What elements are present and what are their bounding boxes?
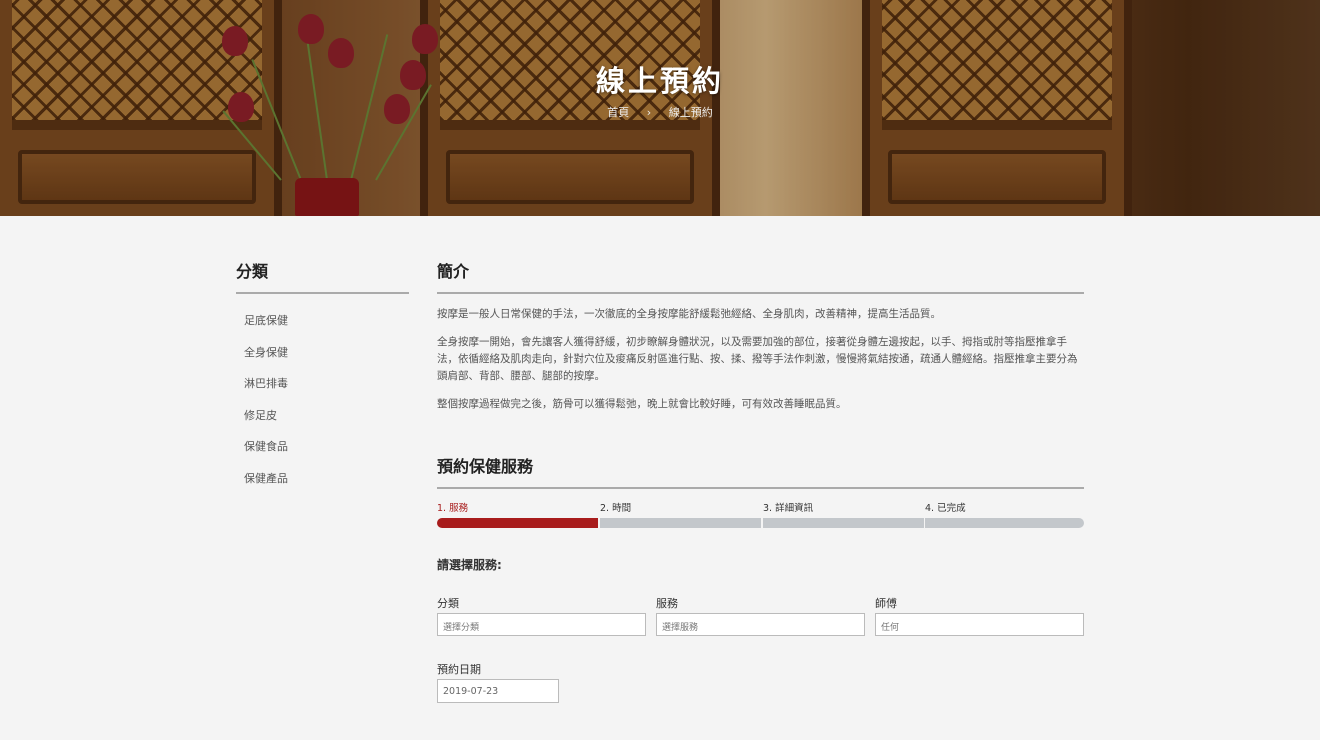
category-select[interactable]: 選擇分類 [437, 613, 646, 636]
sidebar-item-health-products[interactable]: 保健產品 [236, 462, 409, 494]
category-sidebar: 分類 足底保健 全身保健 淋巴排毒 修足皮 保健食品 保健產品 [236, 258, 409, 493]
date-input[interactable]: 2019-07-23 [437, 679, 559, 703]
intro-title: 簡介 [437, 258, 1084, 294]
service-select[interactable]: 選擇服務 [656, 613, 865, 636]
step-bar [437, 518, 598, 528]
step-service: 1. 服務 [437, 500, 598, 528]
date-label: 預約日期 [437, 663, 481, 676]
breadcrumb-home-link[interactable]: 首頁 [607, 106, 629, 119]
intro-paragraph: 按摩是一般人日常保健的手法，一次徹底的全身按摩能舒緩鬆弛經絡、全身肌肉，改善精神… [437, 308, 941, 320]
step-time: 2. 時間 [600, 500, 761, 528]
breadcrumb-separator-icon: › [646, 106, 652, 119]
main-content: 簡介 按摩是一般人日常保健的手法，一次徹底的全身按摩能舒緩鬆弛經絡、全身肌肉，改… [437, 258, 1084, 703]
step-label: 1. 服務 [437, 503, 469, 514]
staff-label: 師傅 [875, 597, 897, 610]
page-title: 線上預約 [595, 64, 724, 98]
intro-paragraph: 整個按摩過程做完之後，筋骨可以獲得鬆弛，晚上就會比較好睡，可有效改善睡眠品質。 [437, 398, 847, 410]
staff-field: 師傅 任何 [875, 595, 1084, 636]
sidebar-item-pedicure[interactable]: 修足皮 [236, 399, 409, 431]
sidebar-item-lymph-detox[interactable]: 淋巴排毒 [236, 367, 409, 399]
service-field: 服務 選擇服務 [656, 595, 865, 636]
breadcrumb: 首頁 › 線上預約 [0, 104, 1320, 120]
booking-title: 預約保健服務 [437, 453, 1084, 489]
sidebar-list: 足底保健 全身保健 淋巴排毒 修足皮 保健食品 保健產品 [236, 304, 409, 493]
step-bar [600, 518, 761, 528]
step-bar [925, 518, 1084, 528]
sidebar-item-foot-care[interactable]: 足底保健 [236, 304, 409, 336]
step-details: 3. 詳細資訊 [763, 500, 924, 528]
sidebar-item-body-care[interactable]: 全身保健 [236, 336, 409, 368]
booking-progress-steps: 1. 服務 2. 時間 3. 詳細資訊 4. 已完成 [437, 500, 1084, 534]
breadcrumb-current: 線上預約 [668, 106, 713, 119]
category-field: 分類 選擇分類 [437, 595, 646, 636]
sidebar-title: 分類 [236, 258, 409, 294]
service-selection-fields: 分類 選擇分類 服務 選擇服務 師傅 任何 [437, 595, 1084, 641]
step-done: 4. 已完成 [925, 500, 1084, 528]
step-label: 3. 詳細資訊 [763, 503, 814, 514]
step-bar [763, 518, 924, 528]
intro-paragraph: 全身按摩一開始，會先讓客人獲得舒緩，初步瞭解身體狀況，以及需要加強的部位，接著從… [437, 336, 1078, 382]
step-label: 4. 已完成 [925, 503, 966, 514]
category-label: 分類 [437, 597, 459, 610]
sidebar-item-health-food[interactable]: 保健食品 [236, 430, 409, 462]
hero-banner: 線上預約 首頁 › 線上預約 [0, 0, 1320, 216]
step-label: 2. 時間 [600, 503, 632, 514]
choose-service-label: 請選擇服務: [437, 558, 502, 572]
service-label: 服務 [656, 597, 678, 610]
intro-text: 按摩是一般人日常保健的手法，一次徹底的全身按摩能舒緩鬆弛經絡、全身肌肉，改善精神… [437, 306, 1084, 413]
staff-select[interactable]: 任何 [875, 613, 1084, 636]
